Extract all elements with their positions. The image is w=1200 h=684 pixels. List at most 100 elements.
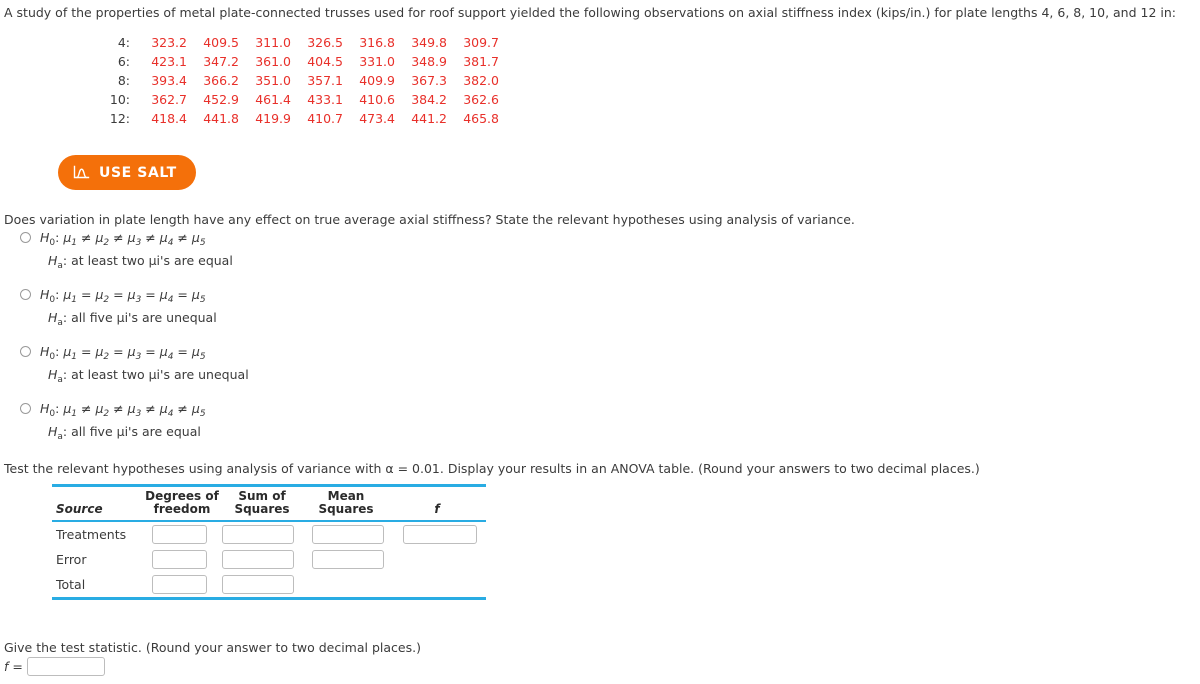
radio-button-option-4[interactable]	[20, 403, 31, 414]
data-cell: 418.4	[151, 111, 187, 126]
data-cell: 381.7	[463, 54, 499, 69]
hypothesis-alt-text-4: all five μi's are equal	[71, 424, 201, 439]
question-3-text: Give the test statistic. (Round your ans…	[4, 640, 421, 655]
data-cell: 409.5	[203, 35, 239, 50]
row-label-error: Error	[56, 552, 87, 567]
input-total-ss[interactable]	[222, 575, 295, 594]
row-label-treatments: Treatments	[56, 527, 127, 542]
cell-treatments-df	[145, 522, 214, 547]
table-bottom-rule	[52, 597, 486, 600]
data-cell: 419.9	[255, 111, 291, 126]
hypothesis-option-3[interactable]: H0: μ1 = μ2 = μ3 = μ4 = μ5 Ha: at least …	[4, 343, 704, 385]
radio-button-option-1[interactable]	[20, 232, 31, 243]
input-treatments-df[interactable]	[151, 525, 207, 544]
cell-error-df	[145, 547, 214, 572]
hypothesis-null-3: H0: μ1 = μ2 = μ3 = μ4 = μ5	[40, 344, 206, 362]
cell-total-df	[145, 572, 214, 597]
ss-header-line2: Squares	[234, 502, 290, 516]
hypothesis-alt-text-1: at least two μi's are equal	[71, 253, 233, 268]
input-error-ms[interactable]	[312, 550, 385, 569]
data-cell: 433.1	[307, 92, 343, 107]
cell-error-ms	[303, 547, 393, 572]
anova-table-wrapper: Source Degrees of freedom Sum of Squares…	[52, 484, 486, 600]
null-operator-4c: ≠	[145, 401, 156, 416]
table-row: Error	[52, 547, 486, 572]
anova-table-body-wrapper: Treatments Error Total	[52, 522, 486, 597]
table-row: Treatments	[52, 522, 486, 547]
data-cell: 367.3	[411, 73, 447, 88]
input-treatments-ss[interactable]	[222, 525, 295, 544]
data-cell: 393.4	[151, 73, 187, 88]
column-header-source: Source	[56, 502, 103, 516]
observations-table: 4: 323.2 409.5 311.0 326.5 316.8 349.8 3…	[108, 33, 502, 128]
hypothesis-null-1: H0: μ1 ≠ μ2 ≠ μ3 ≠ μ4 ≠ μ5	[40, 230, 206, 248]
data-cell: 348.9	[411, 54, 447, 69]
data-cell: 441.8	[203, 111, 239, 126]
cell-treatments-ss	[213, 522, 303, 547]
data-cell: 423.1	[151, 54, 187, 69]
data-cell: 331.0	[359, 54, 395, 69]
ms-header-line1: Mean	[327, 489, 365, 503]
use-salt-label: USE SALT	[99, 164, 177, 181]
input-total-df[interactable]	[151, 575, 207, 594]
anova-header-row: Source Degrees of freedom Sum of Squares…	[52, 487, 486, 520]
input-error-df[interactable]	[151, 550, 207, 569]
anova-table-head: Source Degrees of freedom Sum of Squares…	[52, 487, 486, 520]
df-header-line2: freedom	[153, 502, 211, 516]
data-cell: 347.2	[203, 54, 239, 69]
anova-table: Source Degrees of freedom Sum of Squares…	[52, 487, 486, 520]
null-operator-1c: ≠	[145, 230, 156, 245]
hypothesis-option-2[interactable]: H0: μ1 = μ2 = μ3 = μ4 = μ5 Ha: all five …	[4, 286, 704, 328]
input-treatments-ms[interactable]	[312, 525, 385, 544]
null-operator-2d: =	[177, 287, 188, 302]
data-cell: 441.2	[411, 111, 447, 126]
row-label: 4:	[117, 35, 130, 50]
cell-total-ss	[213, 572, 303, 597]
data-cell: 366.2	[203, 73, 239, 88]
data-cell: 382.0	[463, 73, 499, 88]
data-cell: 410.7	[307, 111, 343, 126]
data-cell: 311.0	[255, 35, 291, 50]
data-cell: 351.0	[255, 73, 291, 88]
hypothesis-alt-text-3: at least two μi's are unequal	[71, 367, 249, 382]
data-cell: 465.8	[463, 111, 499, 126]
use-salt-button[interactable]: USE SALT	[58, 155, 196, 190]
radio-button-option-2[interactable]	[20, 289, 31, 300]
data-cell: 384.2	[411, 92, 447, 107]
data-cell: 410.6	[359, 92, 395, 107]
hypothesis-alt-4: Ha: all five μi's are equal	[48, 424, 201, 442]
data-cell: 362.6	[463, 92, 499, 107]
input-error-ss[interactable]	[222, 550, 295, 569]
data-cell: 361.0	[255, 54, 291, 69]
hypothesis-options: H0: μ1 ≠ μ2 ≠ μ3 ≠ μ4 ≠ μ5 Ha: at least …	[4, 229, 704, 457]
cell-treatments-ms	[303, 522, 393, 547]
hypothesis-option-1[interactable]: H0: μ1 ≠ μ2 ≠ μ3 ≠ μ4 ≠ μ5 Ha: at least …	[4, 229, 704, 271]
cell-error-f-empty	[393, 547, 486, 572]
null-operator-1d: ≠	[177, 230, 188, 245]
table-row: 6: 423.1 347.2 361.0 404.5 331.0 348.9 3…	[108, 52, 502, 71]
hypothesis-alt-3: Ha: at least two μi's are unequal	[48, 367, 249, 385]
input-treatments-f[interactable]	[402, 525, 477, 544]
table-row: 4: 323.2 409.5 311.0 326.5 316.8 349.8 3…	[108, 33, 502, 52]
radio-button-option-3[interactable]	[20, 346, 31, 357]
ss-header-line1: Sum of	[238, 489, 286, 503]
data-cell: 452.9	[203, 92, 239, 107]
table-row: 8: 393.4 366.2 351.0 357.1 409.9 367.3 3…	[108, 71, 502, 90]
column-header-mean-squares: Mean Squares	[304, 487, 388, 520]
ms-header-line2: Squares	[318, 502, 374, 516]
column-header-sum-of-squares: Sum of Squares	[220, 487, 304, 520]
data-cell: 349.8	[411, 35, 447, 50]
data-cell: 357.1	[307, 73, 343, 88]
null-operator-3b: =	[113, 344, 124, 359]
test-statistic-label: f =	[4, 659, 23, 674]
column-header-f: f	[434, 502, 440, 516]
hypothesis-alt-1: Ha: at least two μi's are equal	[48, 253, 233, 271]
hypothesis-option-4[interactable]: H0: μ1 ≠ μ2 ≠ μ3 ≠ μ4 ≠ μ5 Ha: all five …	[4, 400, 704, 442]
table-row: Total	[52, 572, 486, 597]
data-cell: 309.7	[463, 35, 499, 50]
data-cell: 404.5	[307, 54, 343, 69]
test-statistic-input[interactable]	[26, 657, 105, 676]
hypothesis-alt-2: Ha: all five μi's are unequal	[48, 310, 217, 328]
hypothesis-null-2: H0: μ1 = μ2 = μ3 = μ4 = μ5	[40, 287, 206, 305]
row-label: 6:	[117, 54, 130, 69]
